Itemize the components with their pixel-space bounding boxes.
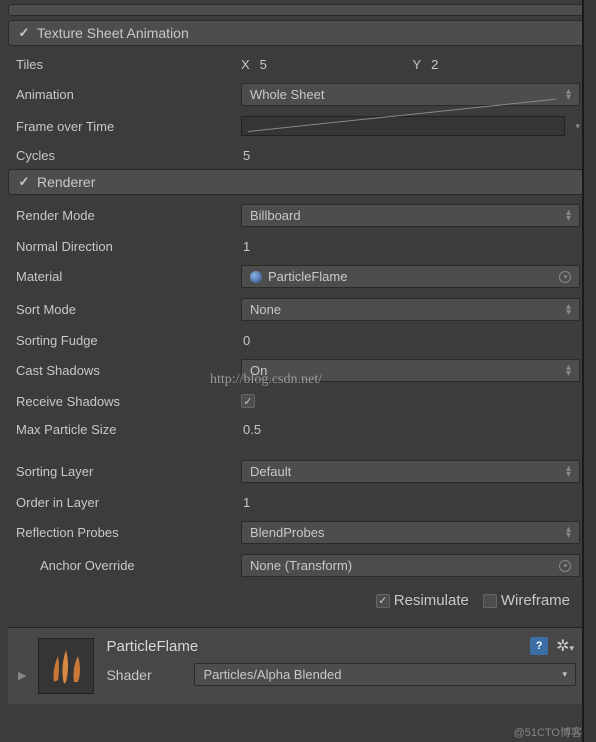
cast-shadows-row: Cast Shadows On ▴▾ [8, 354, 588, 387]
tiles-row: Tiles X 5 Y 2 [8, 50, 588, 78]
shader-label: Shader [106, 667, 186, 683]
frame-label: Frame over Time [16, 119, 241, 134]
material-preview-icon [38, 638, 94, 694]
render-mode-label: Render Mode [16, 208, 241, 223]
material-label: Material [16, 269, 241, 284]
receive-shadows-checkbox[interactable]: ✓ [241, 394, 255, 408]
material-icon [250, 271, 262, 283]
reflection-probes-dropdown[interactable]: BlendProbes ▴▾ [241, 521, 580, 544]
frame-over-time-row: Frame over Time ▾ [8, 111, 588, 141]
receive-shadows-label: Receive Shadows [16, 394, 241, 409]
updown-icon: ▴▾ [566, 210, 571, 222]
cycles-label: Cycles [16, 148, 241, 163]
cast-shadows-label: Cast Shadows [16, 363, 241, 378]
object-picker-icon[interactable] [559, 560, 571, 572]
sorting-layer-label: Sorting Layer [16, 464, 241, 479]
cycles-row: Cycles 5 [8, 141, 588, 169]
render-mode-dropdown[interactable]: Billboard ▴▾ [241, 204, 580, 227]
material-row: Material ParticleFlame [8, 260, 588, 293]
sorting-layer-row: Sorting Layer Default ▴▾ [8, 455, 588, 488]
normal-direction-input[interactable]: 1 [241, 239, 250, 254]
updown-icon: ▴▾ [566, 89, 571, 101]
updown-icon: ▴▾ [566, 466, 571, 478]
max-particle-label: Max Particle Size [16, 422, 241, 437]
anchor-override-label: Anchor Override [16, 558, 241, 573]
texture-sheet-animation-header[interactable]: ✓ Texture Sheet Animation [8, 20, 588, 46]
animation-label: Animation [16, 87, 241, 102]
expand-triangle-icon[interactable]: ▶ [18, 669, 26, 682]
dropdown-caret-icon[interactable]: ▾ [575, 121, 580, 132]
wireframe-label: Wireframe [501, 592, 570, 609]
sort-mode-row: Sort Mode None ▴▾ [8, 293, 588, 326]
sorting-fudge-label: Sorting Fudge [16, 333, 241, 348]
material-inspector: ▶ ParticleFlame Shader Particles/Alpha B… [8, 627, 588, 704]
order-in-layer-input[interactable]: 1 [241, 495, 250, 510]
order-in-layer-row: Order in Layer 1 [8, 488, 588, 516]
help-icon[interactable]: ? [530, 637, 548, 655]
updown-icon: ▴▾ [566, 365, 571, 377]
sorting-fudge-input[interactable]: 0 [241, 333, 250, 348]
renderer-header[interactable]: ✓ Renderer [8, 169, 588, 195]
renderer-checkbox[interactable]: ✓ [17, 175, 31, 189]
sorting-fudge-row: Sorting Fudge 0 [8, 326, 588, 354]
tiles-label: Tiles [16, 57, 241, 72]
updown-icon: ▴▾ [566, 527, 571, 539]
tiles-x-input[interactable]: 5 [260, 57, 409, 72]
sort-mode-dropdown[interactable]: None ▴▾ [241, 298, 580, 321]
max-particle-input[interactable]: 0.5 [241, 422, 261, 437]
object-picker-icon[interactable] [559, 271, 571, 283]
material-field[interactable]: ParticleFlame [241, 265, 580, 288]
collapsed-section-header[interactable] [8, 4, 588, 16]
simulation-options: ✓ Resimulate Wireframe [8, 582, 588, 619]
frame-curve-field[interactable] [241, 116, 565, 136]
y-label: Y [413, 57, 422, 72]
sorting-layer-dropdown[interactable]: Default ▴▾ [241, 460, 580, 483]
anchor-override-field[interactable]: None (Transform) [241, 554, 580, 577]
reflection-probes-label: Reflection Probes [16, 525, 241, 540]
corner-watermark: @51CTO博客 [514, 724, 582, 740]
tiles-y-input[interactable]: 2 [431, 57, 580, 72]
anchor-override-row: Anchor Override None (Transform) [8, 549, 588, 582]
texture-sheet-checkbox[interactable]: ✓ [17, 26, 31, 40]
sort-mode-label: Sort Mode [16, 302, 241, 317]
max-particle-size-row: Max Particle Size 0.5 [8, 415, 588, 443]
animation-row: Animation Whole Sheet ▴▾ [8, 78, 588, 111]
scrollbar-gutter[interactable] [582, 0, 596, 742]
material-name: ParticleFlame [106, 638, 576, 655]
section-title: Texture Sheet Animation [37, 25, 189, 41]
cast-shadows-dropdown[interactable]: On ▴▾ [241, 359, 580, 382]
wireframe-checkbox[interactable] [483, 594, 497, 608]
normal-direction-row: Normal Direction 1 [8, 232, 588, 260]
reflection-probes-row: Reflection Probes BlendProbes ▴▾ [8, 516, 588, 549]
render-mode-row: Render Mode Billboard ▴▾ [8, 199, 588, 232]
gear-icon[interactable]: ✲▾ [556, 636, 574, 656]
resimulate-label: Resimulate [394, 592, 469, 609]
updown-icon: ▴▾ [566, 304, 571, 316]
x-label: X [241, 57, 250, 72]
order-in-layer-label: Order in Layer [16, 495, 241, 510]
resimulate-checkbox[interactable]: ✓ [376, 594, 390, 608]
animation-dropdown[interactable]: Whole Sheet ▴▾ [241, 83, 580, 106]
normal-direction-label: Normal Direction [16, 239, 241, 254]
shader-dropdown[interactable]: Particles/Alpha Blended ▾ [194, 663, 576, 686]
dropdown-caret-icon: ▾ [562, 669, 567, 680]
cycles-input[interactable]: 5 [241, 148, 250, 163]
receive-shadows-row: Receive Shadows ✓ [8, 387, 588, 415]
section-title: Renderer [37, 174, 95, 190]
